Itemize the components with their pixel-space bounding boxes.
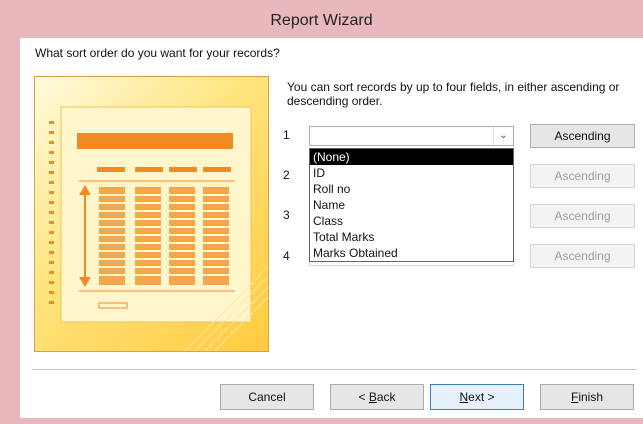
sort-order-3-button[interactable]: Ascending	[530, 204, 635, 228]
sort-instructions: You can sort records by up to four field…	[287, 80, 620, 108]
sort-order-2-button[interactable]: Ascending	[530, 164, 635, 188]
dropdown-option-name[interactable]: Name	[310, 197, 513, 213]
dropdown-option-marks-obtained[interactable]: Marks Obtained	[310, 245, 513, 261]
finish-button[interactable]: Finish	[540, 384, 634, 410]
sort-row-4-number: 4	[283, 249, 290, 263]
dropdown-option-roll-no[interactable]: Roll no	[310, 181, 513, 197]
sort-row-2-number: 2	[283, 168, 290, 182]
sort-order-1-button[interactable]: Ascending	[530, 124, 635, 148]
dropdown-option-id[interactable]: ID	[310, 165, 513, 181]
button-separator	[32, 369, 636, 370]
window-title: Report Wizard	[270, 12, 373, 29]
wizard-body: What sort order do you want for your rec…	[20, 38, 643, 418]
report-illustration	[34, 76, 269, 352]
sort-field-dropdown-list[interactable]: (None) ID Roll no Name Class Total Marks…	[309, 148, 514, 262]
dropdown-option-class[interactable]: Class	[310, 213, 513, 229]
sort-order-4-button[interactable]: Ascending	[530, 244, 635, 268]
chevron-down-icon[interactable]: ⌄	[493, 127, 513, 145]
sort-field-1-combo[interactable]: ⌄	[309, 126, 514, 146]
sort-row-3-number: 3	[283, 208, 290, 222]
dropdown-option-total-marks[interactable]: Total Marks	[310, 229, 513, 245]
sort-order-question: What sort order do you want for your rec…	[35, 46, 280, 60]
sort-row-1-number: 1	[283, 128, 290, 142]
back-button[interactable]: < Back	[330, 384, 424, 410]
dropdown-option-none[interactable]: (None)	[310, 149, 513, 165]
next-button[interactable]: Next >	[430, 384, 524, 410]
title-bar: Report Wizard	[0, 0, 643, 38]
cancel-button[interactable]: Cancel	[220, 384, 314, 410]
